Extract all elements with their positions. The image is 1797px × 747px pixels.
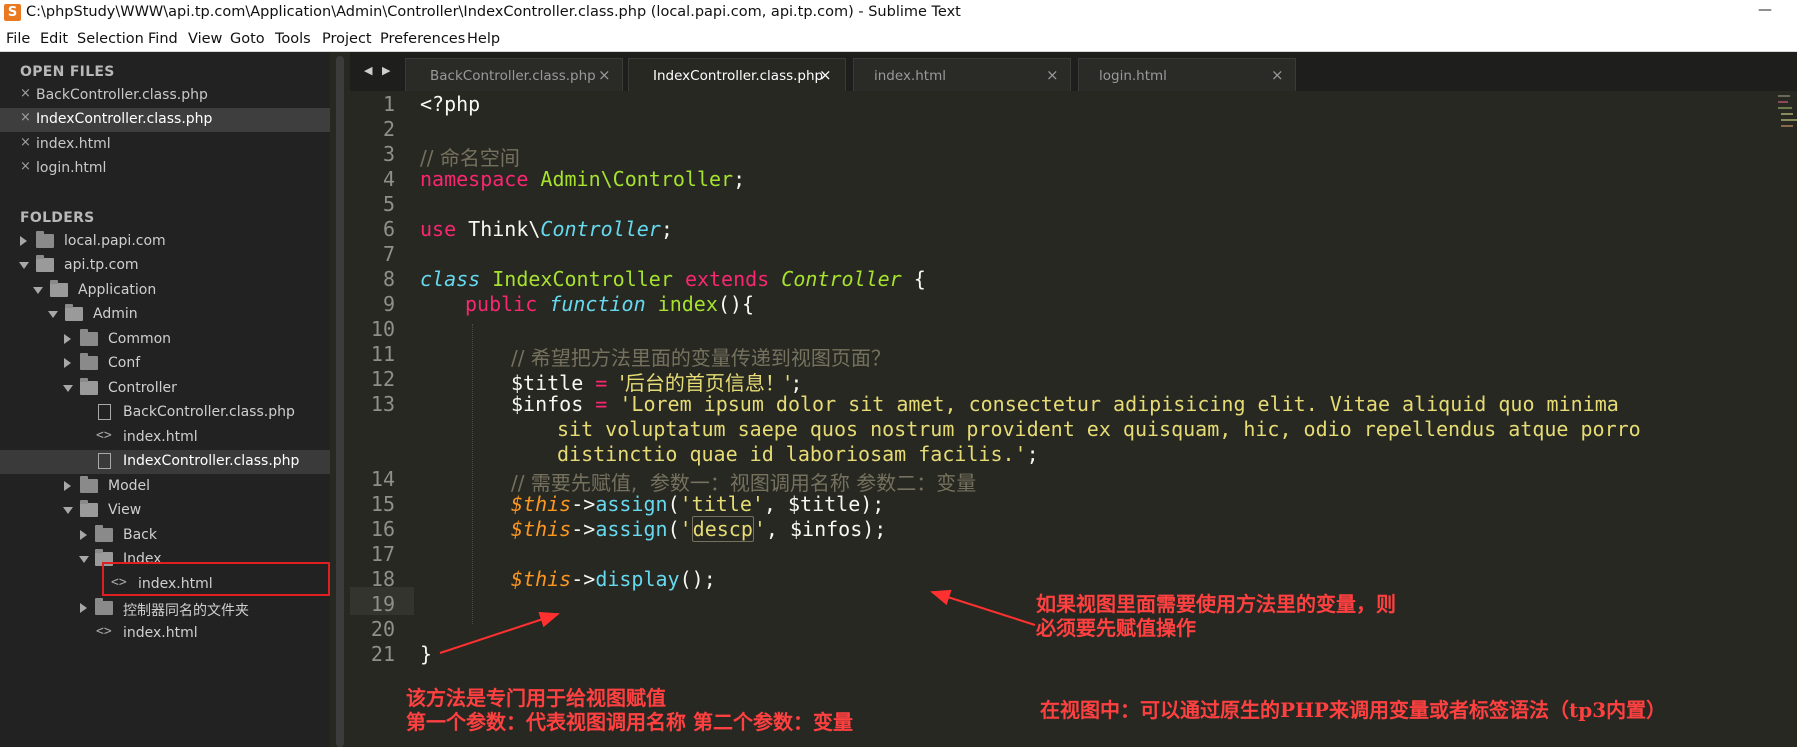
annotation-arrows xyxy=(439,589,1036,654)
annotation-arrow-left xyxy=(439,612,560,654)
annotation-left-line2: 第一个参数：代表视图调用名称 第二个参数：变量 xyxy=(406,710,853,734)
annotation-arrow-right xyxy=(930,589,1036,626)
annotation-right-line2: 必须要先赋值操作 xyxy=(1036,616,1196,640)
annotation-bottom-right: 在视图中：可以通过原生的PHP来调用变量或者标签语法（tp3内置） xyxy=(1040,698,1667,722)
